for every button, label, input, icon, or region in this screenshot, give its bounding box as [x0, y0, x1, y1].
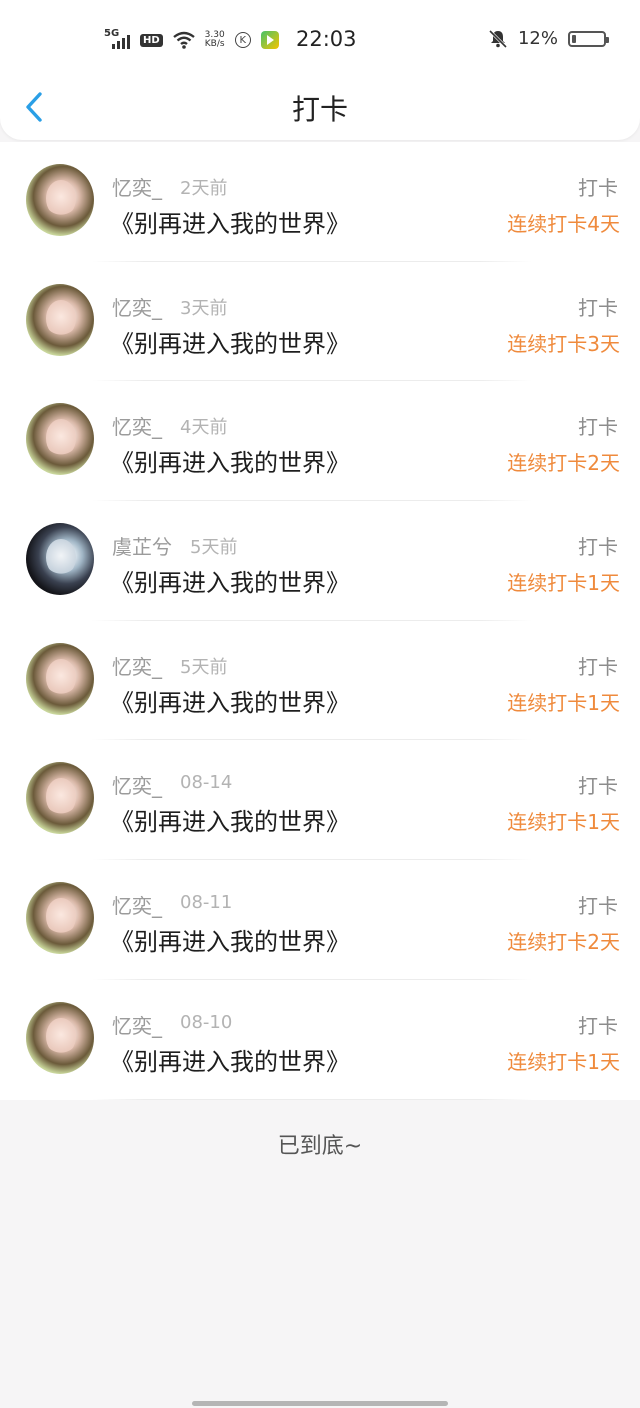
avatar[interactable] — [26, 164, 94, 236]
streak-label: 连续打卡2天 — [507, 930, 620, 955]
checkin-time: 3天前 — [180, 297, 228, 319]
avatar[interactable] — [26, 1001, 94, 1074]
record-type: 打卡 — [578, 654, 618, 679]
streak-label: 连续打卡3天 — [507, 331, 620, 356]
checkin-time: 08-10 — [180, 1011, 233, 1033]
battery-fill — [572, 34, 576, 43]
book-title: 《别再进入我的世界》 — [110, 688, 350, 717]
streak-label: 连续打卡2天 — [507, 451, 620, 476]
checkin-time: 4天前 — [180, 417, 228, 439]
divider — [92, 1098, 532, 1100]
avatar[interactable] — [26, 762, 94, 835]
checkin-time: 08-14 — [180, 772, 233, 794]
user-name: 忆奕_ — [112, 654, 162, 679]
record-type: 打卡 — [578, 176, 618, 200]
checkin-item[interactable]: 忆奕_ 08-10 《别再进入我的世界》 打卡 连续打卡1天 — [0, 980, 640, 1100]
book-title: 《别再进入我的世界》 — [110, 569, 350, 598]
checkin-list: 忆奕_ 2天前 《别再进入我的世界》 打卡 连续打卡4天 忆奕_ 3天前 《别再… — [0, 142, 640, 1100]
streak-label: 连续打卡1天 — [507, 571, 620, 596]
streak-label: 连续打卡1天 — [507, 1049, 620, 1074]
checkin-time: 08-11 — [180, 892, 233, 914]
streak-label: 连续打卡4天 — [507, 212, 620, 236]
record-type: 打卡 — [578, 774, 618, 799]
checkin-time: 2天前 — [180, 178, 228, 199]
checkin-time: 5天前 — [190, 537, 238, 559]
user-name: 忆奕_ — [112, 176, 162, 200]
streak-label: 连续打卡1天 — [507, 690, 620, 715]
avatar[interactable] — [26, 642, 94, 715]
checkin-item[interactable]: 虞芷兮 5天前 《别再进入我的世界》 打卡 连续打卡1天 — [0, 501, 640, 621]
top-bar: 5G HD 3.30 KB/s K 22:03 12% 打卡 — [0, 0, 640, 140]
bell-muted-icon — [488, 29, 508, 48]
book-title: 《别再进入我的世界》 — [110, 928, 350, 957]
video-app-icon — [260, 31, 279, 49]
k-circle-icon: K — [234, 32, 251, 48]
user-name: 忆奕_ — [112, 295, 162, 320]
checkin-item[interactable]: 忆奕_ 4天前 《别再进入我的世界》 打卡 连续打卡2天 — [0, 381, 640, 502]
user-name: 虞芷兮 — [112, 535, 172, 560]
book-title: 《别再进入我的世界》 — [110, 1047, 350, 1076]
checkin-item[interactable]: 忆奕_ 2天前 《别再进入我的世界》 打卡 连续打卡4天 — [0, 142, 640, 262]
page-title: 打卡 — [291, 93, 348, 126]
book-title: 《别再进入我的世界》 — [110, 449, 350, 478]
avatar[interactable] — [26, 882, 94, 955]
checkin-item[interactable]: 忆奕_ 3天前 《别再进入我的世界》 打卡 连续打卡3天 — [0, 262, 640, 382]
avatar[interactable] — [26, 283, 94, 356]
status-time: 22:03 — [296, 27, 357, 51]
network-speed-unit: KB/s — [204, 39, 225, 49]
avatar[interactable] — [26, 523, 94, 596]
book-title: 《别再进入我的世界》 — [110, 210, 350, 238]
streak-label: 连续打卡1天 — [507, 810, 620, 835]
battery-icon — [568, 30, 609, 47]
wifi-icon — [172, 31, 195, 49]
record-type: 打卡 — [578, 295, 618, 320]
user-name: 忆奕_ — [112, 1013, 162, 1038]
network-speed: 3.30 KB/s — [205, 31, 225, 49]
checkin-item[interactable]: 忆奕_ 08-14 《别再进入我的世界》 打卡 连续打卡1天 — [0, 740, 640, 861]
user-name: 忆奕_ — [112, 774, 162, 799]
user-name: 忆奕_ — [112, 894, 162, 919]
end-of-list-note: 已到底~ — [277, 1134, 363, 1159]
status-bar: 5G HD 3.30 KB/s K 22:03 12% — [0, 0, 640, 80]
home-indicator[interactable] — [192, 1401, 448, 1406]
avatar[interactable] — [26, 403, 94, 476]
record-type: 打卡 — [578, 415, 618, 440]
record-type: 打卡 — [578, 894, 618, 919]
checkin-item[interactable]: 忆奕_ 08-11 《别再进入我的世界》 打卡 连续打卡2天 — [0, 860, 640, 980]
record-type: 打卡 — [578, 1013, 618, 1038]
book-title: 《别再进入我的世界》 — [110, 329, 350, 358]
hd-badge: HD — [140, 33, 163, 47]
checkin-time: 5天前 — [180, 656, 228, 678]
battery-percent: 12% — [517, 28, 558, 49]
record-type: 打卡 — [578, 535, 618, 560]
checkin-item[interactable]: 忆奕_ 5天前 《别再进入我的世界》 打卡 连续打卡1天 — [0, 621, 640, 741]
book-title: 《别再进入我的世界》 — [110, 808, 350, 837]
user-name: 忆奕_ — [112, 415, 162, 440]
cellular-signal-icon: 5G — [104, 29, 130, 51]
